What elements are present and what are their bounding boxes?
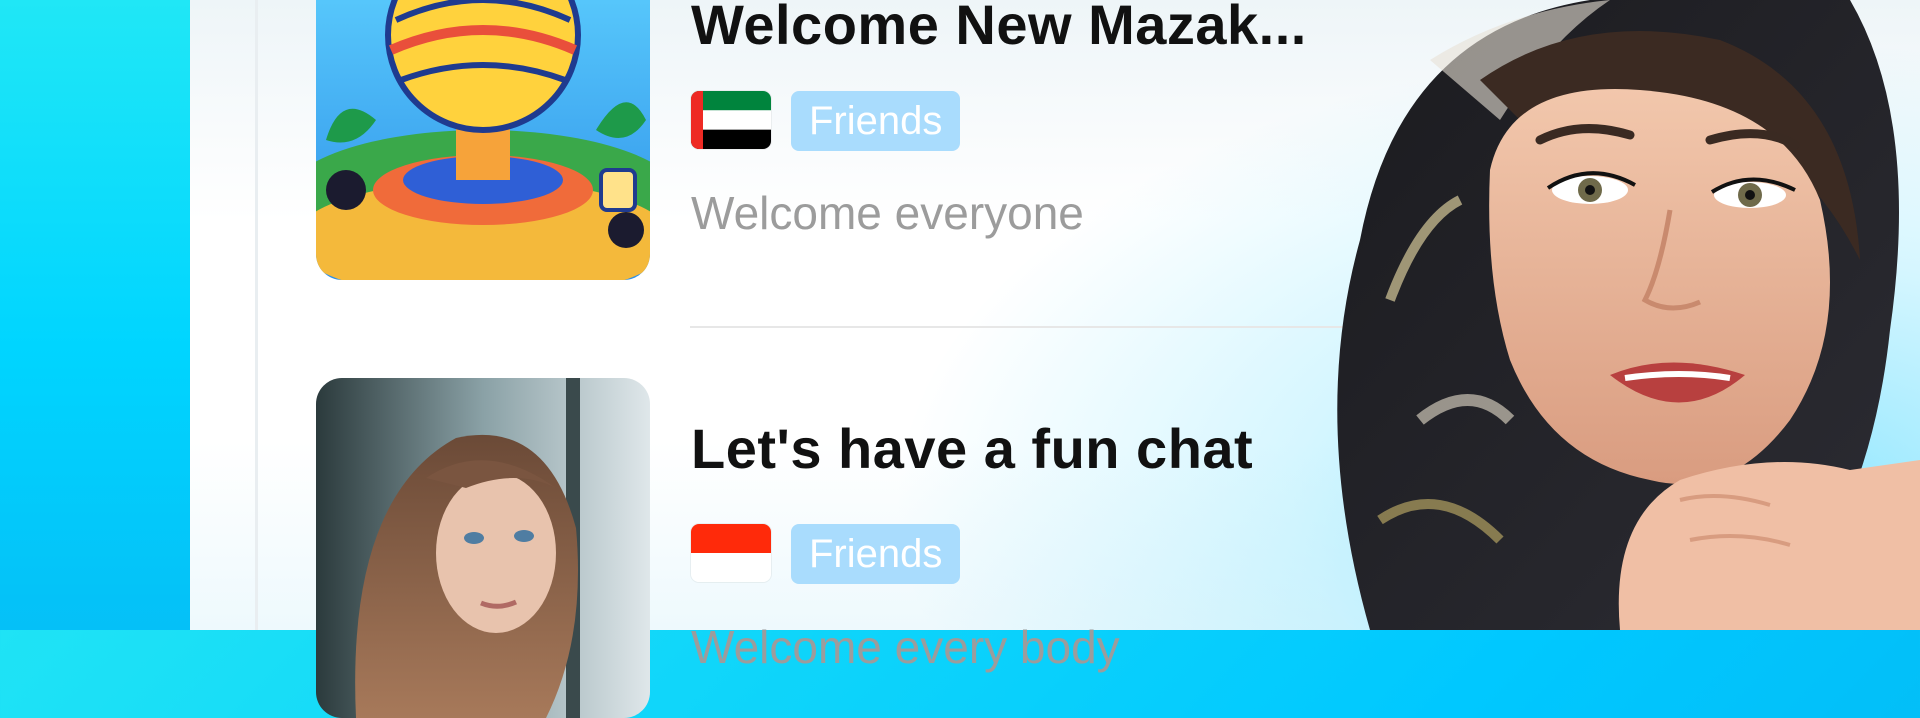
- room-description: Welcome every body: [691, 621, 1120, 673]
- room-thumbnail[interactable]: [316, 378, 650, 718]
- room-thumbnail[interactable]: [316, 0, 650, 280]
- room-title: Welcome New Mazak...: [691, 0, 1307, 56]
- hero-portrait-image: [1250, 0, 1920, 630]
- category-tag[interactable]: Friends: [791, 91, 961, 151]
- panel-divider: [255, 0, 258, 630]
- room-description: Welcome everyone: [691, 187, 1084, 239]
- room-title: Let's have a fun chat: [691, 417, 1254, 480]
- category-tag[interactable]: Friends: [791, 524, 961, 584]
- flag-uae-icon: [691, 91, 771, 149]
- flag-indonesia-icon: [691, 524, 771, 582]
- background-left-panel: [0, 0, 210, 630]
